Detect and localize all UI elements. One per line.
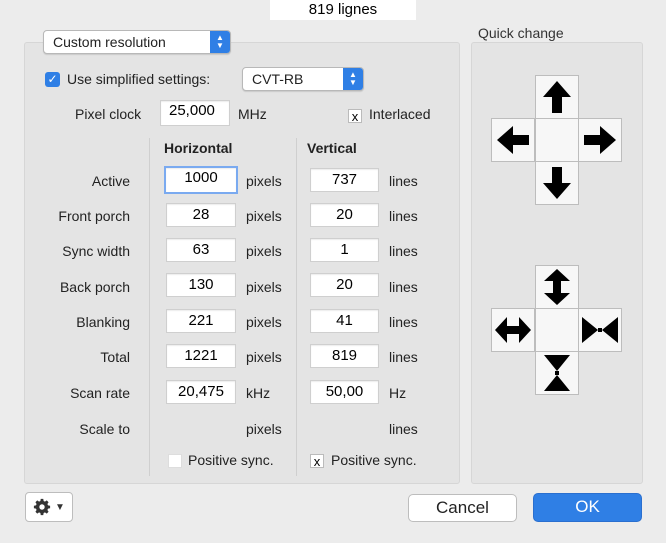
horizontal-positive-sync-checkbox[interactable]: [168, 454, 182, 468]
expand-horizontal-icon: [495, 317, 531, 343]
scan-rate-horizontal-input[interactable]: 20,475: [166, 380, 236, 404]
horizontal-header: Horizontal: [164, 140, 233, 156]
middle-divider: [296, 138, 297, 476]
active-vertical-unit: lines: [389, 173, 418, 189]
sync-width-horizontal-unit: pixels: [246, 243, 282, 259]
move-down-button[interactable]: [535, 161, 579, 205]
blanking-horizontal-input[interactable]: 221: [166, 309, 236, 333]
simplified-settings-checkbox[interactable]: ✓: [45, 72, 60, 87]
back-porch-horizontal-unit: pixels: [246, 279, 282, 295]
back-porch-horizontal-input[interactable]: 130: [166, 273, 236, 297]
pixel-clock-label: Pixel clock: [75, 106, 142, 122]
row-label-total: Total: [100, 349, 130, 365]
sync-width-vertical-unit: lines: [389, 243, 418, 259]
simplified-settings-label: Use simplified settings:: [67, 71, 211, 87]
vertical-header: Vertical: [307, 140, 357, 156]
gear-icon: [33, 498, 51, 516]
scan-rate-vertical-input[interactable]: 50,00: [310, 380, 379, 404]
timing-mode-value: CVT-RB: [252, 71, 304, 87]
move-center-cell: [535, 118, 579, 162]
active-horizontal-input[interactable]: 1000: [164, 166, 238, 194]
scan-rate-vertical-unit: Hz: [389, 385, 407, 401]
front-porch-horizontal-input[interactable]: 28: [166, 203, 236, 227]
chevron-down-icon: ▼: [55, 501, 65, 513]
front-porch-vertical-unit: lines: [389, 208, 418, 224]
gear-menu-button[interactable]: ▼: [25, 492, 73, 522]
popup-arrows-icon: ▲ ▼: [343, 68, 363, 90]
total-horizontal-unit: pixels: [246, 349, 282, 365]
horizontal-positive-sync-label: Positive sync.: [188, 452, 274, 468]
interlaced-label: Interlaced: [369, 106, 431, 122]
move-right-button[interactable]: [578, 118, 622, 162]
blanking-vertical-unit: lines: [389, 314, 418, 330]
blanking-vertical-input[interactable]: 41: [310, 309, 379, 333]
arrow-down-icon: [543, 167, 571, 199]
back-porch-vertical-input[interactable]: 20: [310, 273, 379, 297]
resolution-popup-value: Custom resolution: [53, 34, 166, 50]
scale-to-vertical-unit: lines: [389, 421, 418, 437]
back-porch-vertical-unit: lines: [389, 279, 418, 295]
total-horizontal-input[interactable]: 1221: [166, 344, 236, 368]
row-label-back-porch: Back porch: [59, 279, 130, 295]
compress-vertical-icon: [544, 355, 570, 391]
resize-center-cell: [535, 308, 579, 352]
interlaced-checkbox[interactable]: x: [348, 109, 362, 124]
front-porch-horizontal-unit: pixels: [246, 208, 282, 224]
sync-width-horizontal-input[interactable]: 63: [166, 238, 236, 262]
left-divider: [149, 138, 150, 476]
row-label-blanking: Blanking: [76, 314, 130, 330]
total-vertical-unit: lines: [389, 349, 418, 365]
row-label-sync-width: Sync width: [62, 243, 130, 259]
move-left-button[interactable]: [491, 118, 535, 162]
vertical-positive-sync-checkbox[interactable]: x: [310, 454, 324, 469]
scale-to-horizontal-unit: pixels: [246, 421, 282, 437]
top-label: 819 lignes: [270, 0, 416, 20]
popup-arrows-icon: ▲ ▼: [210, 31, 230, 53]
shrink-horizontal-button[interactable]: [578, 308, 622, 352]
resolution-popup[interactable]: Custom resolution ▲ ▼: [43, 30, 231, 54]
cancel-button[interactable]: Cancel: [408, 494, 517, 522]
arrow-left-icon: [497, 126, 529, 154]
total-vertical-input[interactable]: 819: [310, 344, 379, 368]
vertical-positive-sync-label: Positive sync.: [331, 452, 417, 468]
ok-button[interactable]: OK: [533, 493, 642, 522]
scan-rate-horizontal-unit: kHz: [246, 385, 271, 401]
row-label-front-porch: Front porch: [58, 208, 130, 224]
active-vertical-input[interactable]: 737: [310, 168, 379, 192]
quick-change-title: Quick change: [478, 25, 564, 41]
shrink-vertical-button[interactable]: [535, 351, 579, 395]
compress-horizontal-icon: [582, 317, 618, 343]
sync-width-vertical-input[interactable]: 1: [310, 238, 379, 262]
blanking-horizontal-unit: pixels: [246, 314, 282, 330]
active-horizontal-unit: pixels: [246, 173, 282, 189]
pixel-clock-input[interactable]: 25,000: [160, 100, 230, 126]
front-porch-vertical-input[interactable]: 20: [310, 203, 379, 227]
stretch-horizontal-button[interactable]: [491, 308, 535, 352]
pixel-clock-unit: MHz: [238, 106, 267, 122]
row-label-scale-to: Scale to: [79, 421, 130, 437]
timing-mode-popup[interactable]: CVT-RB ▲ ▼: [242, 67, 364, 91]
expand-vertical-icon: [544, 269, 570, 305]
arrow-up-icon: [543, 81, 571, 113]
stretch-vertical-button[interactable]: [535, 265, 579, 309]
move-up-button[interactable]: [535, 75, 579, 119]
row-label-active: Active: [91, 173, 130, 189]
row-label-scan-rate: Scan rate: [70, 385, 130, 401]
arrow-right-icon: [584, 126, 616, 154]
